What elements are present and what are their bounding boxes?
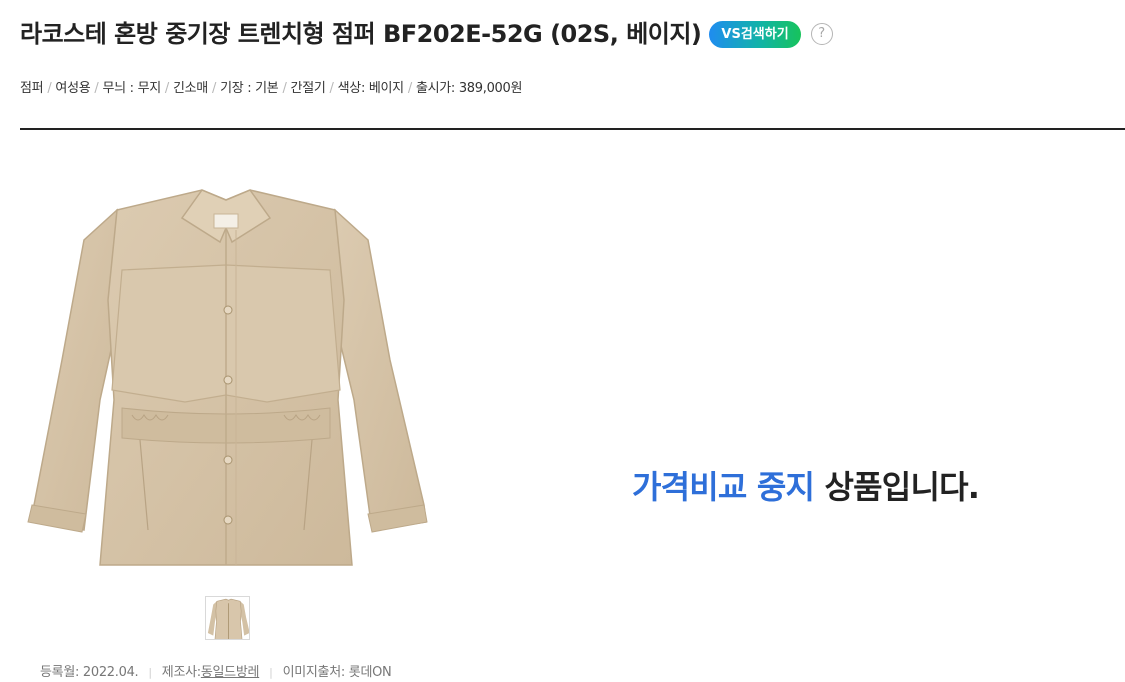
product-main-image[interactable] xyxy=(22,170,430,580)
section-divider xyxy=(20,128,1125,130)
spec-item: 여성용 xyxy=(55,81,91,96)
spec-item: 기장 : 기본 xyxy=(220,81,279,96)
meta-separator: | xyxy=(148,666,152,679)
jacket-thumbnail-icon xyxy=(207,598,249,639)
spec-separator: / xyxy=(282,81,287,96)
notice-highlight: 가격비교 중지 xyxy=(632,468,815,506)
help-icon[interactable]: ? xyxy=(810,23,833,45)
price-compare-stopped-notice: 가격비교 중지 상품입니다. xyxy=(632,462,980,508)
vs-search-button[interactable]: VS검색하기 xyxy=(709,20,801,48)
product-title: 라코스테 혼방 중기장 트렌치형 점퍼 BF202E-52G (02S, 베이지… xyxy=(20,20,702,48)
spec-separator: / xyxy=(94,81,99,96)
spec-item: 점퍼 xyxy=(20,81,44,96)
spec-separator: / xyxy=(329,81,334,96)
product-meta: 등록월: 2022.04. | 제조사:동일드방레 | 이미지출처: 롯데ON xyxy=(40,661,392,680)
spec-item: 긴소매 xyxy=(172,81,208,96)
product-thumbnail[interactable] xyxy=(205,596,250,640)
spec-separator: / xyxy=(407,81,412,96)
manufacturer-label: 제조사: xyxy=(161,665,201,680)
spec-separator: / xyxy=(164,81,169,96)
image-source: 이미지출처: 롯데ON xyxy=(282,665,392,680)
spec-list: 점퍼 / 여성용 / 무늬 : 무지 / 긴소매 / 기장 : 기본 / 간절기 / 색상: 베이지 / 출… xyxy=(20,77,522,96)
spec-item: 색상: 베이지 xyxy=(337,81,405,96)
spec-item: 출시가: 389,000원 xyxy=(415,81,523,96)
manufacturer-link[interactable]: 동일드방레 xyxy=(201,665,260,680)
spec-separator: / xyxy=(47,81,52,96)
title-row: 라코스테 혼방 중기장 트렌치형 점퍼 BF202E-52G (02S, 베이지… xyxy=(20,14,833,54)
registered-date: 등록월: 2022.04. xyxy=(40,665,139,680)
spec-item: 간절기 xyxy=(290,81,326,96)
notice-text: 상품입니다. xyxy=(814,468,980,506)
product-page: 라코스테 혼방 중기장 트렌치형 점퍼 BF202E-52G (02S, 베이지… xyxy=(0,0,1125,682)
spec-item: 무늬 : 무지 xyxy=(102,81,162,96)
spec-separator: / xyxy=(211,81,217,96)
meta-separator: | xyxy=(269,666,273,679)
